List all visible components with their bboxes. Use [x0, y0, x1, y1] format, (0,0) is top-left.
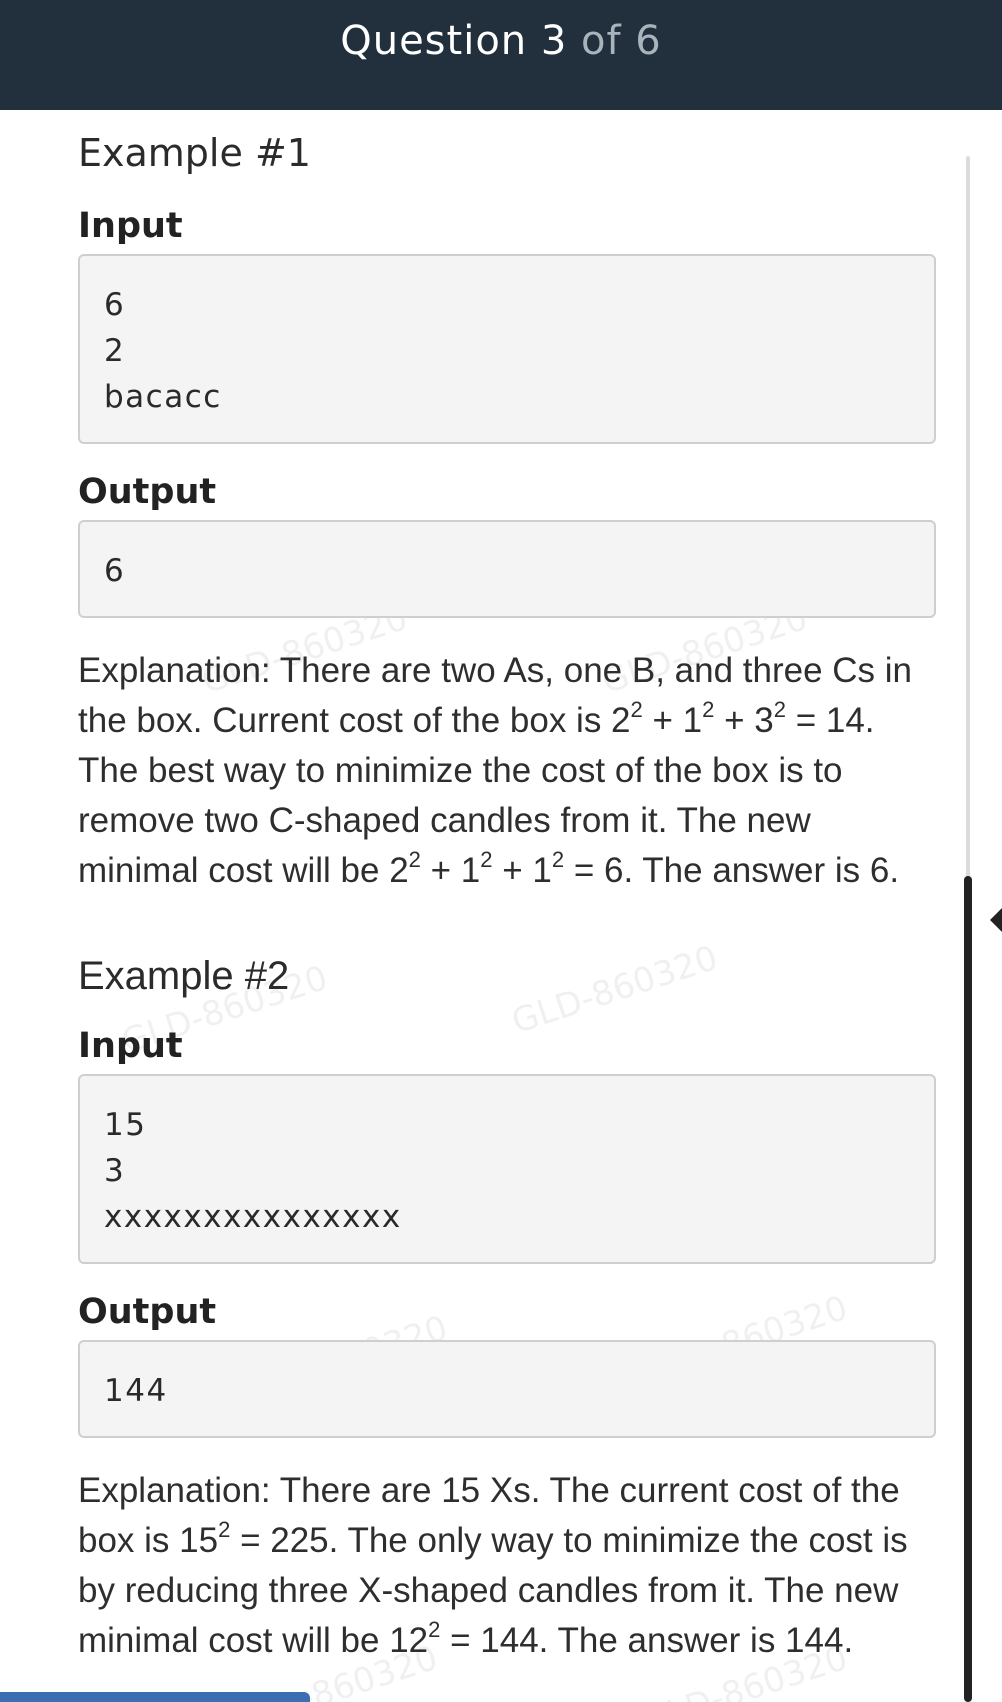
input-line: 2	[104, 333, 126, 369]
example-1-explanation: Explanation: There are two As, one B, an…	[78, 651, 913, 890]
scrollbar-thumb[interactable]	[964, 876, 972, 1702]
example-2-explanation: Explanation: There are 15 Xs. The curren…	[78, 1471, 908, 1660]
example-2-input-label: Input	[78, 1026, 183, 1066]
example-2-output-label: Output	[78, 1292, 217, 1332]
watermark: GLD-860320	[507, 937, 723, 1043]
question-total: of 6	[581, 18, 662, 64]
header-bar: Question 3 of 6	[0, 0, 1002, 110]
example-2-heading: Example #2	[78, 954, 290, 998]
output-line: 144	[104, 1373, 168, 1409]
example-1-input-label: Input	[78, 206, 183, 246]
example-1-output-box: 6	[78, 520, 936, 618]
example-1-output-label: Output	[78, 472, 217, 512]
collapse-arrow-icon[interactable]	[990, 908, 1002, 932]
input-line: 6	[104, 287, 126, 323]
example-2-input-box: 15 3 xxxxxxxxxxxxxxx	[78, 1074, 936, 1264]
example-1-input-box: 6 2 bacacc	[78, 254, 936, 444]
example-1-heading: Example #1	[78, 131, 311, 175]
output-line: 6	[104, 553, 126, 589]
input-line: bacacc	[104, 379, 222, 415]
input-line: 15	[104, 1107, 147, 1143]
input-line: xxxxxxxxxxxxxxx	[104, 1199, 402, 1235]
example-2-output-box: 144	[78, 1340, 936, 1438]
question-number: 3	[540, 18, 568, 64]
input-line: 3	[104, 1153, 126, 1189]
question-progress-title: Question 3 of 6	[0, 18, 1002, 64]
question-word: Question	[340, 18, 528, 64]
bottom-tab-indicator	[0, 1692, 310, 1702]
question-content[interactable]: GLD-860320 GLD-860320 GLD-860320 GLD-860…	[78, 110, 940, 1702]
